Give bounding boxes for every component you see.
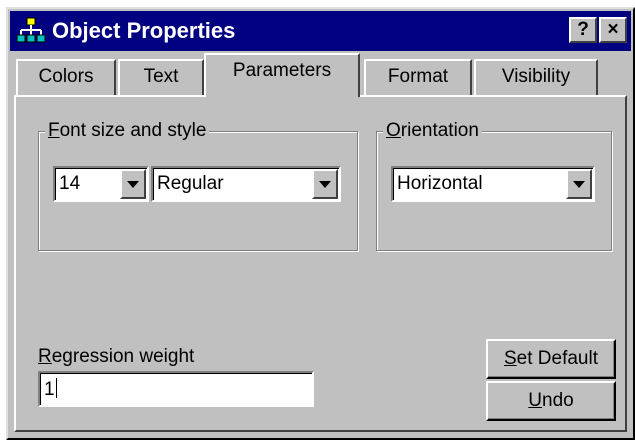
tab-label: Format — [387, 66, 449, 87]
regression-weight-input[interactable]: 1 — [38, 371, 314, 407]
chevron-down-icon — [573, 181, 585, 188]
orientation-value: Horizontal — [397, 173, 483, 194]
regression-weight-label: Regression weight — [38, 346, 195, 367]
tab-visibility[interactable]: Visibility — [474, 59, 598, 97]
font-style-value: Regular — [157, 173, 224, 194]
chevron-down-icon — [319, 181, 331, 188]
font-size-dropdown[interactable]: 14 — [53, 166, 149, 202]
help-button[interactable]: ? — [569, 17, 597, 43]
orientation-group: Orientation Horizontal — [376, 119, 612, 251]
tab-format[interactable]: Format — [364, 59, 472, 97]
hierarchy-icon — [16, 17, 46, 43]
tab-label: Colors — [38, 66, 94, 87]
tab-label: Text — [143, 66, 179, 87]
dropdown-button[interactable] — [566, 169, 592, 199]
font-group-legend: Font size and style — [45, 119, 210, 143]
parameters-panel: Font size and style 14 Regular Orientati… — [14, 95, 627, 432]
dropdown-button[interactable] — [312, 169, 338, 199]
tab-text[interactable]: Text — [118, 59, 204, 97]
object-properties-dialog: Object Properties ? × Colors Text Parame… — [6, 7, 635, 440]
undo-button[interactable]: Undo — [486, 381, 616, 421]
chevron-down-icon — [127, 181, 139, 188]
dropdown-button[interactable] — [120, 169, 146, 199]
font-style-dropdown[interactable]: Regular — [151, 166, 341, 202]
tab-colors[interactable]: Colors — [16, 59, 116, 97]
font-size-style-group: Font size and style 14 Regular — [38, 119, 358, 251]
tab-label: Parameters — [232, 60, 332, 81]
close-icon: × — [607, 19, 619, 40]
regression-weight-value: 1 — [44, 378, 57, 400]
orientation-dropdown[interactable]: Horizontal — [391, 166, 595, 202]
help-icon: ? — [577, 19, 589, 40]
window-title: Object Properties — [52, 18, 236, 43]
tab-label: Visibility — [501, 66, 571, 87]
set-default-button[interactable]: Set Default — [486, 339, 616, 379]
tab-parameters[interactable]: Parameters — [204, 53, 360, 97]
orientation-group-legend: Orientation — [383, 119, 482, 143]
font-size-value: 14 — [59, 173, 81, 194]
close-button[interactable]: × — [599, 17, 627, 43]
title-bar[interactable]: Object Properties ? × — [10, 11, 631, 51]
